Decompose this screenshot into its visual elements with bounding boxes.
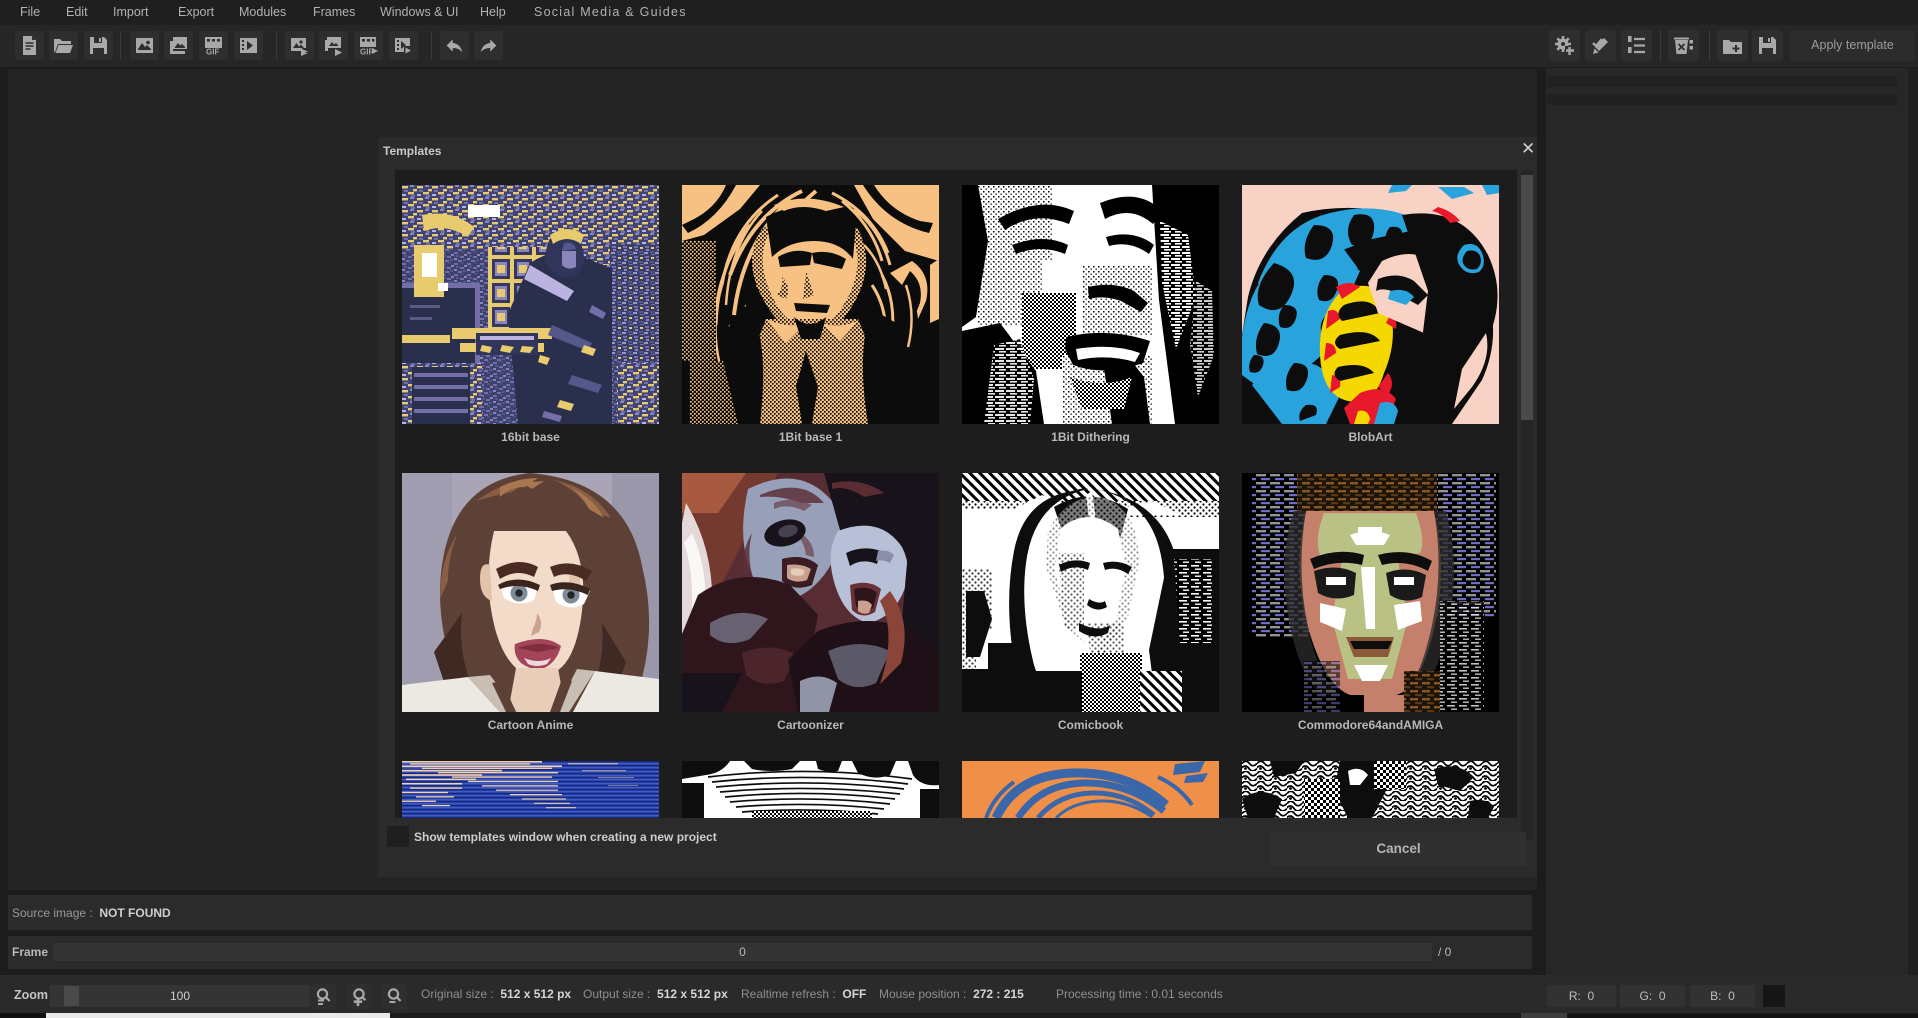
svg-text:GIF: GIF (360, 48, 373, 57)
svg-text:GIF: GIF (206, 48, 219, 57)
